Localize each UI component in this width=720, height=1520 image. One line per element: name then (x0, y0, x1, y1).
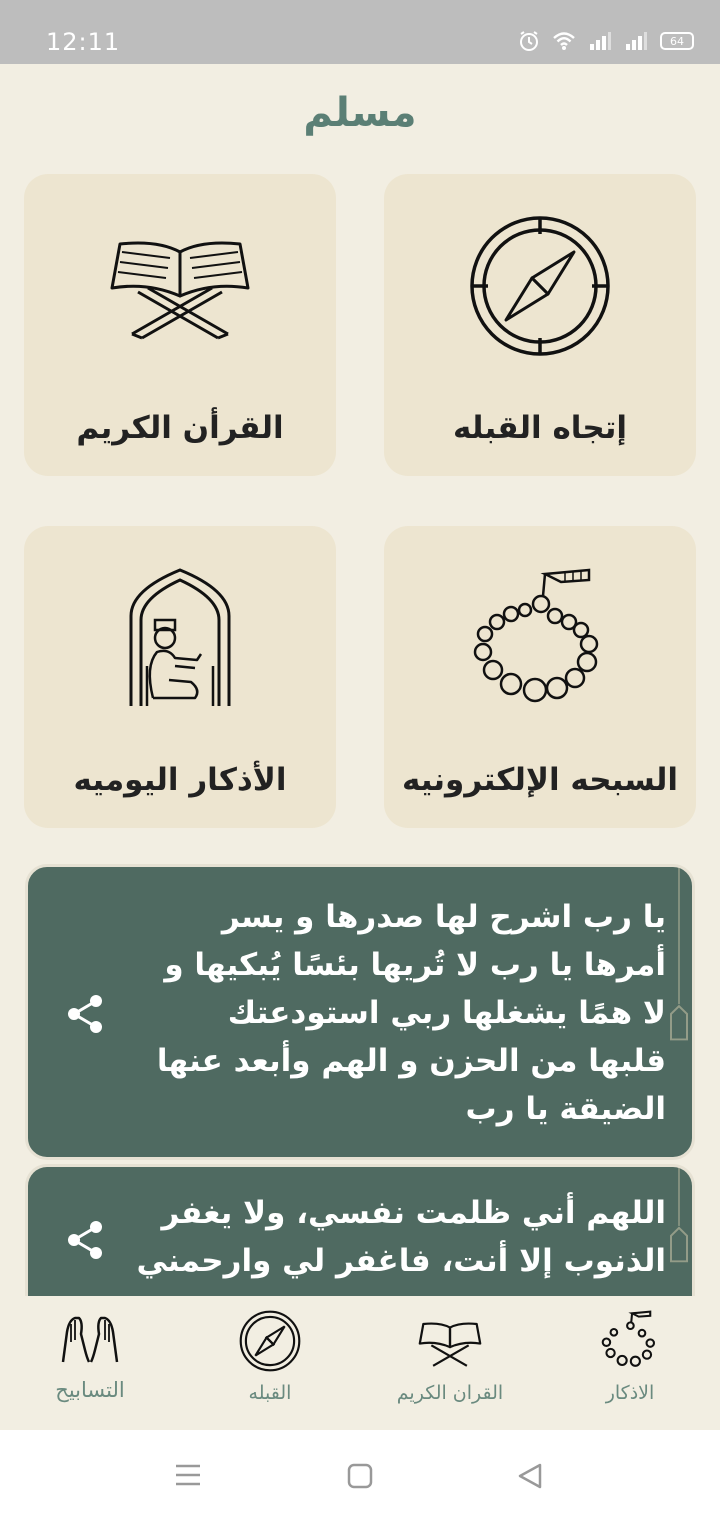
back-icon[interactable] (516, 1462, 544, 1490)
dua-card: يا رب اشرح لها صدرها و يسر أمرها يا رب ل… (25, 864, 695, 1160)
battery-indicator: 64 (660, 32, 694, 50)
dua-text: يا رب اشرح لها صدرها و يسر أمرها يا رب ل… (156, 899, 666, 1127)
nav-item-qibla[interactable]: القبله (180, 1296, 360, 1430)
nav-item-quran[interactable]: القران الكريم (360, 1296, 540, 1430)
status-icons: 64 (518, 30, 694, 52)
dua-text: اللهم أني ظلمت نفسي، ولا يغفر الذنوب إلا… (136, 1195, 666, 1279)
qibla-label: إتجاه القبله (452, 410, 628, 446)
status-time: 12:11 (46, 28, 121, 56)
system-navigation-bar (0, 1430, 720, 1520)
wifi-icon (553, 32, 575, 50)
azkar-label: الأذكار اليوميه (73, 762, 287, 798)
quran-label: القرأن الكريم (76, 410, 284, 446)
compass-icon (239, 1310, 301, 1372)
quran-stand-icon (418, 1322, 482, 1367)
nav-label-quran: القران الكريم (396, 1382, 504, 1404)
praying-hands-icon (61, 1316, 119, 1363)
alarm-icon (520, 31, 538, 51)
nav-label-qibla: القبله (248, 1382, 292, 1404)
prayer-beads-icon (601, 1310, 656, 1367)
nav-label-tasabih: التسابيح (55, 1378, 125, 1402)
tasbih-card[interactable]: السبحه الإلكترونيه (384, 526, 696, 828)
qibla-card[interactable]: إتجاه القبله (384, 174, 696, 476)
nav-label-azkar: الاذكار (605, 1382, 655, 1404)
nav-item-azkar[interactable]: الاذكار (540, 1296, 720, 1430)
share-icon[interactable] (64, 1219, 106, 1261)
share-icon[interactable] (64, 993, 106, 1035)
status-bar: 12:11 64 (0, 0, 720, 64)
signal-icon-2 (626, 32, 647, 50)
quran-stand-icon (110, 241, 250, 340)
praying-person-icon (129, 568, 231, 706)
compass-icon (470, 216, 610, 356)
menu-icon[interactable] (174, 1462, 202, 1488)
home-icon[interactable] (346, 1462, 374, 1490)
azkar-card[interactable]: الأذكار اليوميه (24, 526, 336, 828)
app-title: مسلم (303, 90, 417, 136)
nav-item-tasabih[interactable]: التسابيح (0, 1296, 180, 1430)
signal-icon-1 (590, 32, 611, 50)
prayer-beads-icon (473, 568, 599, 703)
bottom-navigation: الاذكار القران الكريم القبله التسابيح (0, 1296, 720, 1430)
quran-card[interactable]: القرأن الكريم (24, 174, 336, 476)
lantern-decoration-icon (670, 867, 688, 1041)
tasbih-label: السبحه الإلكترونيه (401, 762, 679, 798)
